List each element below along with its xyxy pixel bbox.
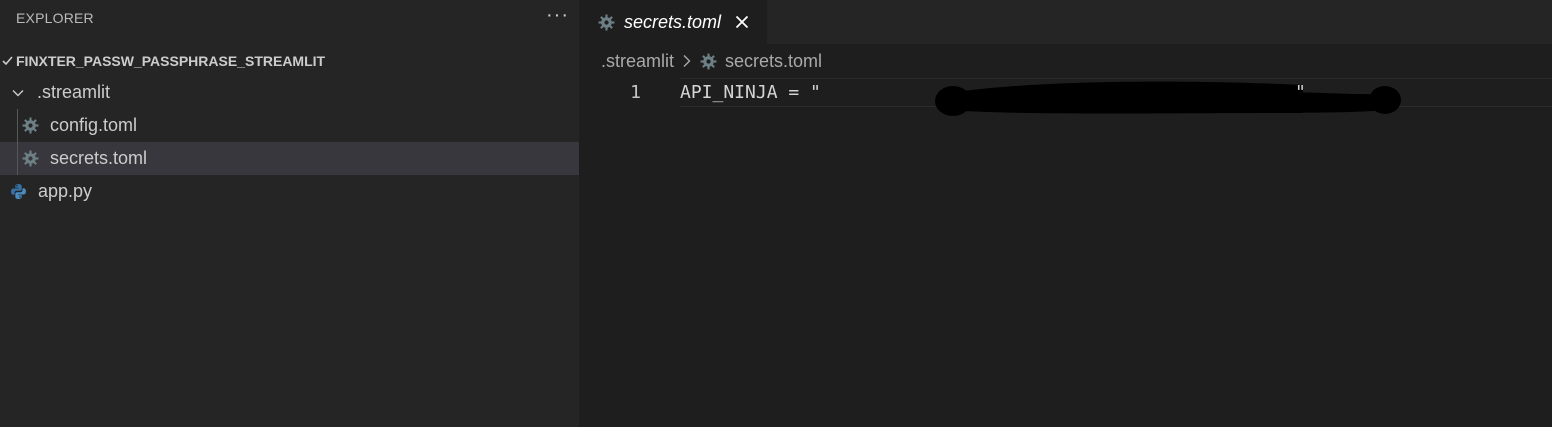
breadcrumb-folder[interactable]: .streamlit xyxy=(601,51,674,72)
line-number: 1 xyxy=(630,82,641,103)
tab-label: secrets.toml xyxy=(624,11,722,32)
folder-label: .streamlit xyxy=(37,82,111,102)
file-label: app.py xyxy=(38,181,93,201)
file-app-py[interactable]: app.py xyxy=(0,175,579,208)
chevron-down-icon xyxy=(12,89,24,96)
explorer-sidebar: EXPLORER ··· FINXTER_PASSW_PASSPHRASE_ST… xyxy=(0,0,579,427)
more-icon[interactable]: ··· xyxy=(546,5,569,25)
tab-secrets-toml[interactable]: secrets.toml xyxy=(579,0,767,44)
workspace-section-header[interactable]: FINXTER_PASSW_PASSPHRASE_STREAMLIT xyxy=(0,46,579,76)
workspace-title: FINXTER_PASSW_PASSPHRASE_STREAMLIT xyxy=(16,53,326,69)
file-secrets-toml[interactable]: secrets.toml xyxy=(0,142,579,175)
python-icon xyxy=(11,184,26,199)
vscode-window: EXPLORER ··· FINXTER_PASSW_PASSPHRASE_ST… xyxy=(0,0,1552,427)
sidebar-title: EXPLORER xyxy=(16,10,94,26)
redaction-scribble xyxy=(935,81,1401,116)
editor-area: secrets.toml .streamlit secrets.toml 1 A… xyxy=(579,0,1552,427)
gear-icon xyxy=(22,150,39,167)
file-label: config.toml xyxy=(50,115,138,135)
sidebar-header: EXPLORER ··· xyxy=(0,0,579,36)
chevron-down-icon xyxy=(2,56,13,66)
indent-guide xyxy=(17,142,18,175)
close-icon[interactable] xyxy=(734,14,750,30)
breadcrumb-file[interactable]: secrets.toml xyxy=(725,51,822,72)
indent-guide xyxy=(17,109,18,142)
folder-streamlit[interactable]: .streamlit xyxy=(0,76,579,109)
code-line[interactable]: 1 API_NINJA = " " xyxy=(579,78,1552,116)
file-label: secrets.toml xyxy=(50,148,148,168)
chevron-right-icon xyxy=(683,55,691,67)
code-text[interactable]: API_NINJA = " " xyxy=(680,81,1401,116)
tab-bar: secrets.toml xyxy=(579,0,1552,44)
gear-icon xyxy=(22,117,39,134)
code-text-start: API_NINJA = " xyxy=(680,82,821,103)
gear-icon xyxy=(598,14,615,30)
code-text-end: " xyxy=(1295,82,1306,103)
file-config-toml[interactable]: config.toml xyxy=(0,109,579,142)
gear-icon xyxy=(700,53,717,69)
